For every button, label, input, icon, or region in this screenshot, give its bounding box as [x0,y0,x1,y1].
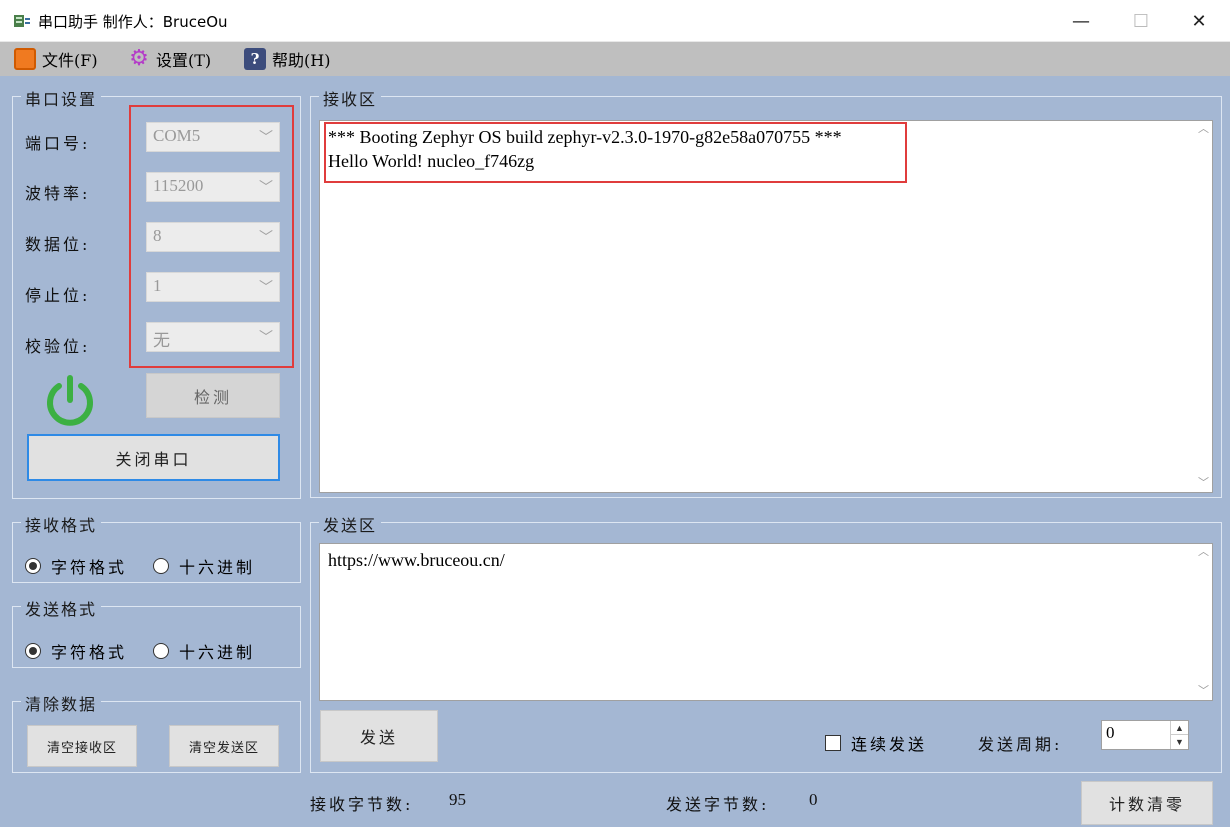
menu-help[interactable]: ? 帮助(H) [244,47,330,71]
receive-area-title: 接收区 [319,86,382,110]
combo-highlight-box [129,105,294,368]
serial-settings-title: 串口设置 [21,86,102,110]
receive-format-title: 接收格式 [21,512,102,536]
send-period-spinner[interactable]: 0 ▲ ▼ [1101,720,1189,750]
parity-label: 校验位: [25,337,91,356]
close-button[interactable]: ✕ [1168,0,1230,42]
send-format-group: 发送格式 字符格式 十六进制 [12,596,301,668]
scroll-down-icon[interactable]: ﹀ [1195,683,1212,700]
send-textarea[interactable]: https://www.bruceou.cn/ ︿ ﹀ [319,543,1213,701]
spin-down-icon[interactable]: ▼ [1171,735,1188,749]
radio-dot [29,562,37,570]
gear-icon: ⚙ [129,46,149,71]
menu-file[interactable]: 文件(F) [14,47,98,71]
serial-port-app-icon [14,15,30,27]
clear-receive-button[interactable]: 清空接收区 [27,725,137,767]
send-period-label: 发送周期: [978,735,1063,754]
radio-dot [29,647,37,655]
data-bits-label: 数据位: [25,235,91,254]
receive-format-group: 接收格式 字符格式 十六进制 [12,512,301,583]
reset-count-button[interactable]: 计数清零 [1081,781,1213,825]
menu-settings-label: 设置(T) [156,51,212,70]
continuous-send-checkbox[interactable] [825,735,841,751]
receive-format-options: 字符格式 十六进制 [25,554,281,578]
send-format-title: 发送格式 [21,596,102,620]
receive-char-radio[interactable] [25,558,41,574]
baud-label: 波特率: [25,184,91,203]
sent-bytes-value: 0 [809,790,818,809]
clear-data-title: 清除数据 [21,691,102,715]
file-icon [14,48,36,70]
send-hex-radio[interactable] [153,643,170,659]
send-period-value: 0 [1106,723,1115,742]
scroll-down-icon[interactable]: ﹀ [1195,475,1212,492]
scroll-up-icon[interactable]: ︿ [1195,121,1212,138]
receive-hex-label: 十六进制 [179,558,256,577]
menu-file-label: 文件(F) [42,51,98,70]
sent-bytes-label: 发送字节数: [666,795,770,814]
received-bytes-value: 95 [449,790,466,809]
minimize-button[interactable]: — [1050,0,1112,42]
send-text: https://www.bruceou.cn/ [328,550,505,570]
send-area-group: 发送区 https://www.bruceou.cn/ ︿ ﹀ 发送 [310,512,1222,773]
send-format-options: 字符格式 十六进制 [25,639,281,663]
receive-hex-radio[interactable] [153,558,170,574]
spinner-buttons: ▲ ▼ [1170,721,1188,749]
menu-bar: 文件(F) ⚙ 设置(T) ? 帮助(H) [0,42,1230,76]
send-area-title: 发送区 [319,512,382,536]
clear-data-group: 清除数据 清空接收区 清空发送区 [12,691,301,773]
scroll-up-icon[interactable]: ︿ [1195,544,1212,561]
detect-button[interactable]: 检测 [146,373,280,418]
clear-send-button[interactable]: 清空发送区 [169,725,279,767]
receive-char-label: 字符格式 [51,558,128,577]
receive-scrollbar[interactable]: ︿ ﹀ [1195,121,1212,492]
port-label: 端口号: [25,134,91,153]
power-icon [47,375,93,426]
close-port-button[interactable]: 关闭串口 [27,434,280,481]
stop-bits-label: 停止位: [25,286,91,305]
menu-settings[interactable]: ⚙ 设置(T) [128,47,211,71]
received-text-highlight-box [324,122,907,183]
send-scrollbar[interactable]: ︿ ﹀ [1195,544,1212,700]
continuous-send-option[interactable]: 连续发送 [825,731,927,755]
maximize-button[interactable]: ☐ [1110,0,1172,42]
menu-help-label: 帮助(H) [272,51,331,70]
continuous-send-label: 连续发送 [851,735,928,754]
title-bar: 串口助手 制作人：BruceOu — ☐ ✕ [0,0,1230,42]
window-title: 串口助手 制作人：BruceOu [38,13,228,31]
send-char-label: 字符格式 [51,643,128,662]
spin-up-icon[interactable]: ▲ [1171,721,1188,735]
send-char-radio[interactable] [25,643,41,659]
send-button[interactable]: 发送 [320,710,438,762]
help-icon: ? [244,48,266,70]
received-bytes-label: 接收字节数: [310,795,414,814]
client-area: 串口设置 端口号: COM5 ﹀ 波特率: 115200 ﹀ 数据位: 8 ﹀ … [0,76,1230,827]
send-hex-label: 十六进制 [179,643,256,662]
